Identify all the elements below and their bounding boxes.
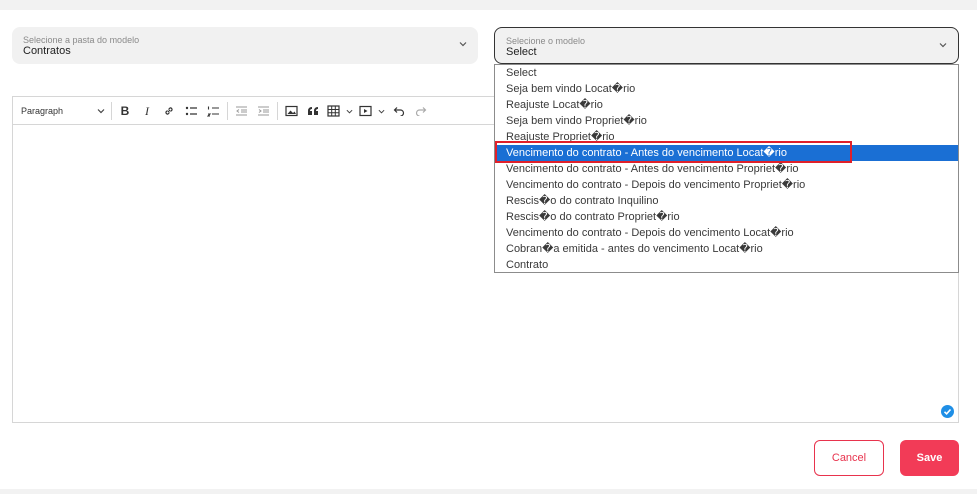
folder-select-value: Contratos <box>23 45 71 57</box>
dropdown-option[interactable]: Rescis�o do contrato Propriet�rio <box>495 209 958 225</box>
indent-button[interactable] <box>255 103 271 119</box>
undo-button[interactable] <box>391 103 407 119</box>
paragraph-format-label: Paragraph <box>21 106 64 116</box>
insert-media-button[interactable] <box>359 103 385 119</box>
dropdown-option[interactable]: Cobran�a emitida - antes do vencimento L… <box>495 241 958 257</box>
bottom-bar <box>0 489 977 494</box>
dropdown-option[interactable]: Seja bem vindo Locat�rio <box>495 81 958 97</box>
link-icon <box>165 107 173 115</box>
dropdown-option[interactable]: Seja bem vindo Propriet�rio <box>495 113 958 129</box>
undo-icon <box>393 107 405 116</box>
model-select-value: Select <box>506 46 537 58</box>
redo-button[interactable] <box>413 103 429 119</box>
spellcheck-status-icon[interactable] <box>941 405 954 418</box>
model-dropdown-list: Select Seja bem vindo Locat�rio Reajuste… <box>494 64 959 273</box>
bulleted-list-button[interactable] <box>183 103 199 119</box>
dropdown-option[interactable]: Select <box>495 65 958 81</box>
outdent-icon <box>235 106 247 116</box>
indent-icon <box>257 106 269 116</box>
numbered-list-icon <box>206 106 219 117</box>
blockquote-button[interactable] <box>305 103 321 119</box>
folder-select[interactable]: Selecione a pasta do modelo Contratos <box>12 27 478 64</box>
dropdown-option[interactable]: Reajuste Locat�rio <box>495 97 958 113</box>
redo-icon <box>415 107 427 116</box>
bold-button[interactable]: B <box>117 103 133 119</box>
top-bar <box>0 0 977 10</box>
dropdown-option[interactable]: Vencimento do contrato - Depois do venci… <box>495 225 958 241</box>
highlight-annotation-box <box>495 141 852 163</box>
toolbar-divider <box>227 102 228 120</box>
paragraph-format-select[interactable]: Paragraph <box>21 103 105 119</box>
cancel-button[interactable]: Cancel <box>814 440 884 476</box>
dropdown-option[interactable]: Vencimento do contrato - Antes do vencim… <box>495 161 958 177</box>
chevron-down-icon <box>97 109 105 114</box>
dropdown-option[interactable]: Vencimento do contrato - Depois do venci… <box>495 177 958 193</box>
chevron-down-icon <box>346 109 353 114</box>
bulleted-list-icon <box>185 106 197 116</box>
image-icon <box>284 105 298 117</box>
chevron-down-icon <box>459 42 467 47</box>
chevron-down-icon <box>939 43 947 48</box>
link-button[interactable] <box>161 103 177 119</box>
italic-button[interactable]: I <box>139 103 155 119</box>
folder-select-label: Selecione a pasta do modelo <box>23 35 140 45</box>
dropdown-option[interactable]: Contrato <box>495 257 958 273</box>
table-icon <box>327 105 340 117</box>
toolbar-divider <box>111 102 112 120</box>
media-icon <box>359 105 372 117</box>
insert-table-button[interactable] <box>327 103 353 119</box>
save-button[interactable]: Save <box>900 440 959 476</box>
insert-image-button[interactable] <box>283 103 299 119</box>
toolbar-divider <box>277 102 278 120</box>
numbered-list-button[interactable] <box>205 103 221 119</box>
quote-icon <box>308 107 318 115</box>
model-select[interactable]: Selecione o modelo Select <box>494 27 959 64</box>
model-select-label: Selecione o modelo <box>506 36 586 46</box>
dropdown-option[interactable]: Rescis�o do contrato Inquilino <box>495 193 958 209</box>
chevron-down-icon <box>378 109 385 114</box>
outdent-button[interactable] <box>233 103 249 119</box>
